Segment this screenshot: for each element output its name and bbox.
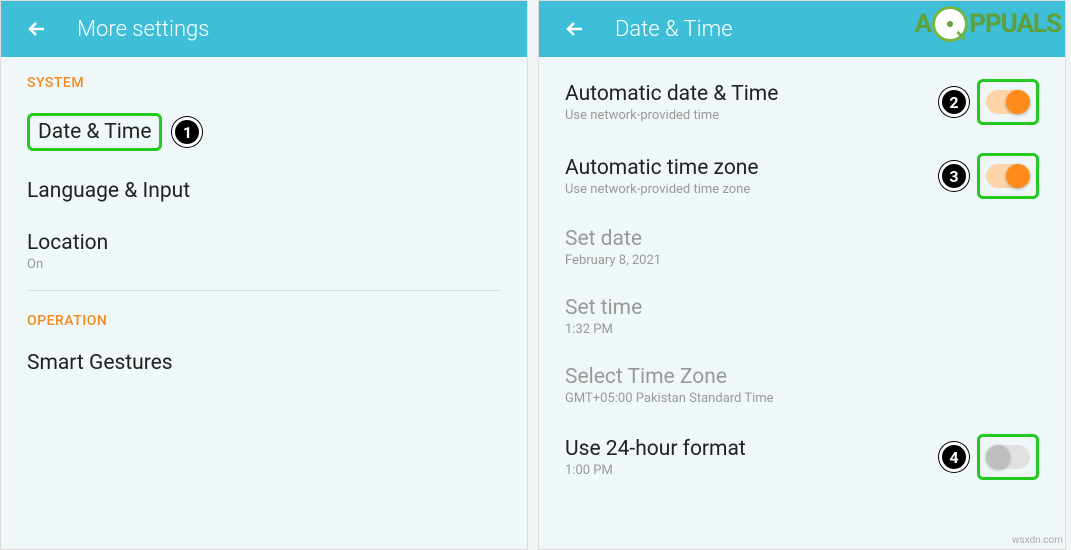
item-title-language: Language & Input bbox=[27, 179, 190, 203]
toggle-24h[interactable] bbox=[986, 445, 1030, 469]
sub-use-24h: 1:00 PM bbox=[565, 463, 746, 478]
item-language-input[interactable]: Language & Input bbox=[1, 165, 527, 217]
title-auto-zone: Automatic time zone bbox=[565, 156, 759, 180]
item-set-date: Set date February 8, 2021 bbox=[539, 213, 1065, 282]
toggle-knob bbox=[1006, 90, 1030, 114]
item-sub-location: On bbox=[27, 257, 108, 272]
item-select-zone: Select Time Zone GMT+05:00 Pakistan Stan… bbox=[539, 351, 1065, 420]
logo-text-ppuals: PPUALS bbox=[969, 9, 1061, 39]
header-more-settings: More settings bbox=[1, 1, 527, 57]
item-smart-gestures[interactable]: Smart Gestures bbox=[1, 337, 527, 389]
highlight-toggle-24h bbox=[977, 434, 1039, 480]
title-set-time: Set time bbox=[565, 296, 642, 320]
appuals-logo: A PPUALS bbox=[915, 6, 1061, 42]
sub-auto-zone: Use network-provided time zone bbox=[565, 182, 759, 197]
highlight-toggle-auto-zone bbox=[977, 153, 1039, 199]
header-title-right: Date & Time bbox=[615, 17, 732, 42]
item-auto-zone[interactable]: Automatic time zone Use network-provided… bbox=[539, 139, 1065, 213]
item-set-time: Set time 1:32 PM bbox=[539, 282, 1065, 351]
highlight-date-time: Date & Time bbox=[27, 113, 162, 151]
sub-set-date: February 8, 2021 bbox=[565, 253, 661, 268]
right-screen: Date & Time Automatic date & Time Use ne… bbox=[538, 0, 1066, 550]
back-button[interactable] bbox=[17, 9, 57, 49]
sub-select-zone: GMT+05:00 Pakistan Standard Time bbox=[565, 391, 774, 406]
item-title-location: Location bbox=[27, 231, 108, 255]
section-label-system: SYSTEM bbox=[1, 57, 527, 99]
item-use-24h[interactable]: Use 24-hour format 1:00 PM 4 bbox=[539, 420, 1065, 494]
item-location[interactable]: Location On bbox=[1, 217, 527, 286]
annotation-2: 2 bbox=[939, 87, 969, 117]
toggle-auto-zone[interactable] bbox=[986, 164, 1030, 188]
item-date-time[interactable]: Date & Time 1 bbox=[1, 99, 527, 165]
back-button-right[interactable] bbox=[555, 9, 595, 49]
toggle-knob bbox=[1006, 164, 1030, 188]
title-use-24h: Use 24-hour format bbox=[565, 437, 746, 461]
arrow-left-icon bbox=[25, 17, 49, 41]
toggle-auto-date[interactable] bbox=[986, 90, 1030, 114]
watermark: wsxdn.com bbox=[1012, 535, 1063, 546]
title-set-date: Set date bbox=[565, 227, 661, 251]
logo-circle-icon bbox=[932, 6, 968, 42]
right-content: Automatic date & Time Use network-provid… bbox=[539, 57, 1065, 549]
sub-auto-date: Use network-provided time bbox=[565, 108, 778, 123]
divider bbox=[27, 290, 501, 291]
left-screen: More settings SYSTEM Date & Time 1 Langu… bbox=[0, 0, 528, 550]
item-title-date-time: Date & Time bbox=[38, 120, 151, 144]
item-title-smart-gestures: Smart Gestures bbox=[27, 351, 173, 375]
annotation-1: 1 bbox=[172, 117, 202, 147]
left-content: SYSTEM Date & Time 1 Language & Input Lo… bbox=[1, 57, 527, 549]
annotation-3: 3 bbox=[939, 161, 969, 191]
sub-set-time: 1:32 PM bbox=[565, 322, 642, 337]
item-auto-date[interactable]: Automatic date & Time Use network-provid… bbox=[539, 57, 1065, 139]
toggle-knob bbox=[986, 445, 1010, 469]
title-select-zone: Select Time Zone bbox=[565, 365, 774, 389]
annotation-4: 4 bbox=[939, 442, 969, 472]
header-title-left: More settings bbox=[77, 17, 209, 42]
title-auto-date: Automatic date & Time bbox=[565, 82, 778, 106]
highlight-toggle-auto-date bbox=[977, 79, 1039, 125]
arrow-left-icon bbox=[563, 17, 587, 41]
section-label-operation: OPERATION bbox=[1, 295, 527, 337]
logo-letter-a: A bbox=[915, 9, 931, 39]
